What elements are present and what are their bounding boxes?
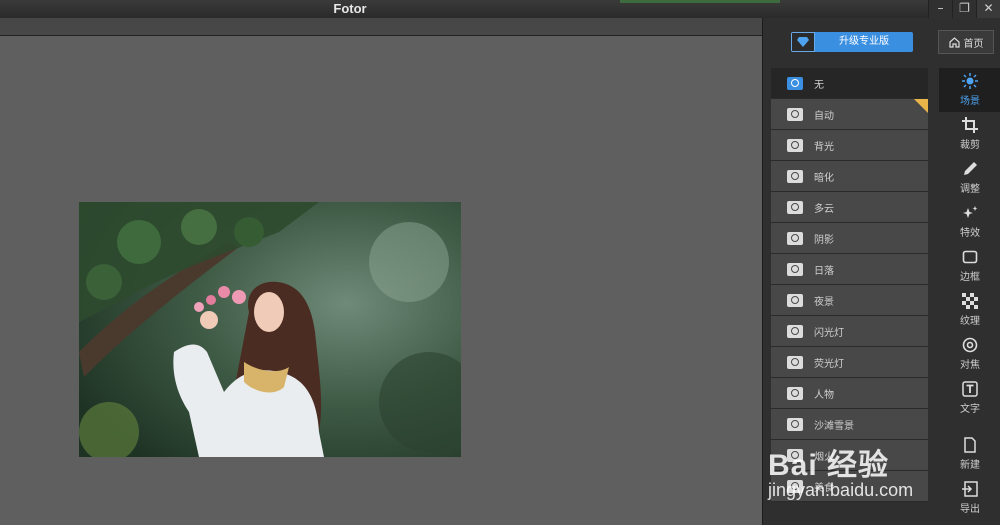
scene-label: 自动 xyxy=(814,110,834,122)
scene-label: 阴影 xyxy=(814,234,834,246)
cloud-icon xyxy=(787,200,803,214)
tool-label: 特效 xyxy=(960,228,980,239)
export-icon xyxy=(962,481,978,497)
home-icon xyxy=(948,36,960,48)
tool-label: 对焦 xyxy=(960,360,980,371)
close-button[interactable]: ✕ xyxy=(976,0,1000,18)
upgrade-button[interactable]: 升级专业版 xyxy=(791,32,913,52)
fotor-app: Fotor – ❐ ✕ 升级专业版 首页 无 自动 背光 暗化 多云 阴影 日落… xyxy=(0,0,1000,525)
window-controls: – ❐ ✕ xyxy=(928,0,1000,18)
tool-new[interactable]: 新建 xyxy=(939,432,1000,476)
frame-icon xyxy=(962,249,978,265)
restore-button[interactable]: ❐ xyxy=(952,0,976,18)
tool-focus[interactable]: 对焦 xyxy=(939,332,1000,376)
scene-item-backlight[interactable]: 背光 xyxy=(771,130,928,161)
photo-preview[interactable] xyxy=(79,202,461,457)
window-title: Fotor xyxy=(333,1,367,16)
scene-item-darken[interactable]: 暗化 xyxy=(771,161,928,192)
tool-label: 裁剪 xyxy=(960,140,980,151)
tool-label: 边框 xyxy=(960,272,980,283)
minimize-button[interactable]: – xyxy=(928,0,952,18)
flash-icon xyxy=(787,324,803,338)
upgrade-label: 升级专业版 xyxy=(815,32,913,52)
scene-label: 暗化 xyxy=(814,172,834,184)
pro-badge xyxy=(914,99,928,113)
scene-label: 人物 xyxy=(814,389,834,401)
moon-icon xyxy=(787,293,803,307)
new-file-icon xyxy=(962,437,978,453)
editing-canvas[interactable] xyxy=(0,37,762,525)
watermark: Bai 经验 jingyan.baidu.com xyxy=(768,440,913,500)
scene-label: 背光 xyxy=(814,141,834,153)
title-bar: Fotor – ❐ ✕ xyxy=(0,0,1000,18)
bulb-icon xyxy=(787,355,803,369)
tool-label: 新建 xyxy=(960,460,980,471)
scene-item-cloudy[interactable]: 多云 xyxy=(771,192,928,223)
shadow-icon xyxy=(787,231,803,245)
tool-effects[interactable]: 特效 xyxy=(939,200,1000,244)
tool-label: 导出 xyxy=(960,504,980,515)
darken-icon xyxy=(787,169,803,183)
tool-crop[interactable]: 裁剪 xyxy=(939,112,1000,156)
sun-icon xyxy=(962,73,978,89)
scene-item-none[interactable]: 无 xyxy=(771,68,928,99)
scene-label: 多云 xyxy=(814,203,834,215)
scene-item-flash[interactable]: 闪光灯 xyxy=(771,316,928,347)
diamond-icon xyxy=(791,32,815,52)
checker-icon xyxy=(962,293,978,309)
scene-item-portrait[interactable]: 人物 xyxy=(771,378,928,409)
scene-label: 无 xyxy=(814,79,824,91)
scene-item-night[interactable]: 夜景 xyxy=(771,285,928,316)
home-button[interactable]: 首页 xyxy=(938,30,994,54)
text-icon xyxy=(962,381,978,397)
scene-item-sunset[interactable]: 日落 xyxy=(771,254,928,285)
scene-label: 荧光灯 xyxy=(814,358,844,370)
tool-label: 纹理 xyxy=(960,316,980,327)
tool-adjust[interactable]: 调整 xyxy=(939,156,1000,200)
sparkle-icon xyxy=(962,205,978,221)
scene-item-auto[interactable]: 自动 xyxy=(771,99,928,130)
scene-label: 沙滩雪景 xyxy=(814,420,854,432)
scene-label: 日落 xyxy=(814,265,834,277)
crop-icon xyxy=(962,117,978,133)
focus-icon xyxy=(962,337,978,353)
tool-text[interactable]: 文字 xyxy=(939,376,1000,420)
home-label: 首页 xyxy=(963,38,984,50)
tool-frame[interactable]: 边框 xyxy=(939,244,1000,288)
tool-label: 调整 xyxy=(960,184,980,195)
scene-label: 夜景 xyxy=(814,296,834,308)
palm-icon xyxy=(787,417,803,431)
backlight-icon xyxy=(787,138,803,152)
tool-texture[interactable]: 纹理 xyxy=(939,288,1000,332)
tool-sidebar: 场景 裁剪 调整 特效 边框 纹理 对焦 文字 新建 导出 xyxy=(939,68,1000,525)
tool-spacer xyxy=(939,420,1000,432)
none-icon xyxy=(787,76,803,90)
tool-label: 文字 xyxy=(960,404,980,415)
camera-icon xyxy=(787,107,803,121)
scene-label: 闪光灯 xyxy=(814,327,844,339)
watermark-brand: Bai 经验 xyxy=(768,449,890,482)
portrait-icon xyxy=(787,386,803,400)
tool-scene[interactable]: 场景 xyxy=(939,68,1000,112)
tool-export[interactable]: 导出 xyxy=(939,476,1000,520)
sunset-icon xyxy=(787,262,803,276)
scene-item-shadow[interactable]: 阴影 xyxy=(771,223,928,254)
tool-label: 场景 xyxy=(960,96,980,107)
watermark-url: jingyan.baidu.com xyxy=(768,480,914,500)
scene-item-beach-snow[interactable]: 沙滩雪景 xyxy=(771,409,928,440)
pencil-icon xyxy=(962,161,978,177)
canvas-toolbar xyxy=(0,18,762,36)
scene-item-fluorescent[interactable]: 荧光灯 xyxy=(771,347,928,378)
